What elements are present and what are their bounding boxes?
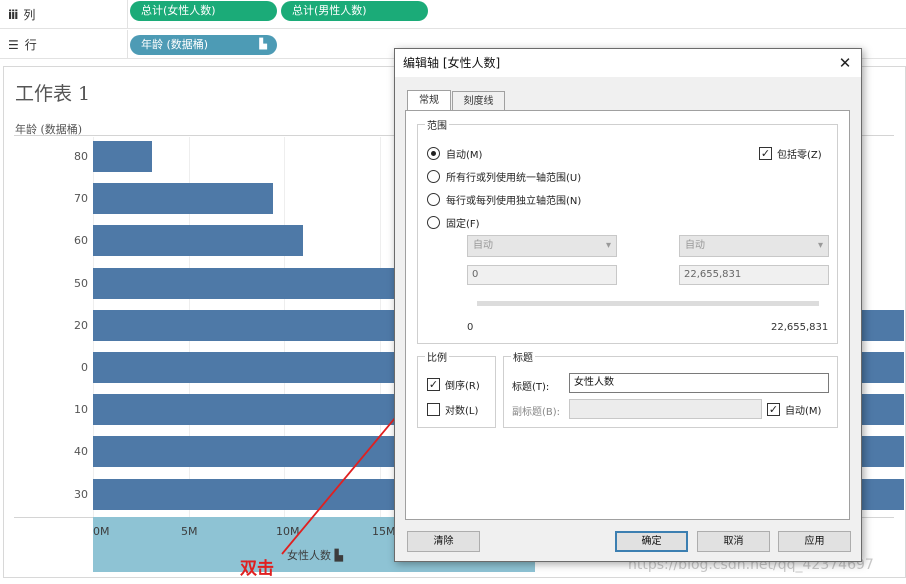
title-field-label: 标题(T): — [512, 382, 550, 393]
check-icon[interactable]: ✓ — [767, 403, 780, 416]
tab-ticks[interactable]: 刻度线 — [452, 91, 505, 111]
radio-fixed[interactable]: 固定(F) — [427, 215, 480, 230]
tab-general[interactable]: 常规 — [407, 90, 451, 111]
scale-group-title: 比例 — [425, 349, 449, 364]
pill-male-total[interactable]: 总计(男性人数) — [281, 1, 428, 21]
apply-button[interactable]: 应用 — [778, 531, 851, 552]
x-tick: 0M — [93, 525, 110, 538]
y-tick-label: 0 — [81, 361, 88, 374]
y-tick-label: 10 — [74, 403, 88, 417]
checkbox-box[interactable] — [427, 403, 440, 416]
close-icon[interactable]: ✕ — [835, 53, 855, 73]
check-icon[interactable]: ✓ — [759, 147, 772, 160]
radio-auto[interactable]: 自动(M) — [427, 146, 482, 161]
x-tick: 5M — [181, 525, 198, 538]
scale-group: 比例 — [417, 349, 496, 428]
shelf-divider — [127, 0, 128, 29]
y-tick-label: 60 — [74, 234, 88, 248]
radio-button[interactable] — [427, 170, 440, 183]
bar[interactable] — [93, 183, 273, 215]
dialog-title: 编辑轴 [女性人数] — [395, 49, 861, 77]
sort-icon: ▙ — [334, 549, 343, 562]
pill-female-total[interactable]: 总计(女性人数) — [130, 1, 277, 21]
y-tick-label: 80 — [74, 150, 88, 163]
edit-axis-dialog: 编辑轴 [女性人数] ✕ 常规 刻度线 范围 自动(M) 所有行或列使用统一轴范… — [394, 48, 862, 562]
annotation-text: 双击 — [240, 559, 274, 579]
worksheet-title: 工作表 1 — [15, 83, 91, 105]
slider-max-label: 22,655,831 — [771, 322, 829, 333]
subtitle-input[interactable] — [569, 399, 762, 419]
range-start-input[interactable]: 0 — [467, 265, 617, 285]
subtitle-auto-checkbox[interactable]: ✓ 自动(M) — [767, 402, 821, 417]
radio-button[interactable] — [427, 147, 440, 160]
reversed-checkbox[interactable]: ✓ 倒序(R) — [427, 377, 480, 392]
columns-shelf: iii 列 总计(女性人数) 总计(男性人数) — [0, 0, 906, 29]
shelf-divider — [127, 30, 128, 59]
columns-shelf-label: iii 列 — [8, 7, 36, 23]
y-tick-label: 50 — [74, 276, 88, 290]
radio-button[interactable] — [427, 193, 440, 206]
check-icon[interactable]: ✓ — [427, 378, 440, 391]
range-slider-track[interactable] — [477, 301, 819, 306]
y-tick-label: 20 — [74, 318, 88, 332]
slider-min-label: 0 — [467, 322, 474, 333]
columns-icon: iii — [8, 7, 18, 22]
range-end-input[interactable]: 22,655,831 — [679, 265, 829, 285]
sort-desc-icon[interactable]: ▙ — [259, 35, 267, 55]
general-panel: 范围 自动(M) 所有行或列使用统一轴范围(U) 每行或每列使用独立轴范围(N)… — [405, 110, 850, 520]
include-zero-checkbox[interactable]: ✓ 包括零(Z) — [759, 146, 822, 161]
titles-group-title: 标题 — [511, 349, 535, 364]
radio-independent[interactable]: 每行或每列使用独立轴范围(N) — [427, 192, 581, 207]
title-input[interactable]: 女性人数 — [569, 373, 829, 393]
range-group-title: 范围 — [425, 117, 449, 132]
y-tick-label: 70 — [74, 192, 88, 206]
range-start-dropdown[interactable]: 自动 — [467, 235, 617, 257]
bar[interactable] — [93, 225, 304, 257]
range-end-dropdown[interactable]: 自动 — [679, 235, 829, 257]
rows-shelf-label: ☰ 行 — [8, 37, 37, 53]
y-tick-label: 30 — [74, 487, 88, 501]
subtitle-field-label: 副标题(B): — [512, 407, 561, 418]
x-axis-title: 女性人数 ▙ — [287, 549, 343, 562]
radio-uniform[interactable]: 所有行或列使用统一轴范围(U) — [427, 169, 581, 184]
log-checkbox[interactable]: 对数(L) — [427, 402, 478, 417]
x-tick: 15M — [372, 525, 396, 538]
pill-age-bin[interactable]: 年龄 (数据桶) ▙ — [130, 35, 277, 55]
rows-icon: ☰ — [8, 37, 19, 52]
radio-button[interactable] — [427, 216, 440, 229]
ok-button[interactable]: 确定 — [615, 531, 688, 552]
cancel-button[interactable]: 取消 — [697, 531, 770, 552]
bar[interactable] — [93, 141, 153, 172]
y-tick-label: 40 — [74, 445, 88, 459]
x-tick: 10M — [276, 525, 300, 538]
clear-button[interactable]: 清除 — [407, 531, 480, 552]
